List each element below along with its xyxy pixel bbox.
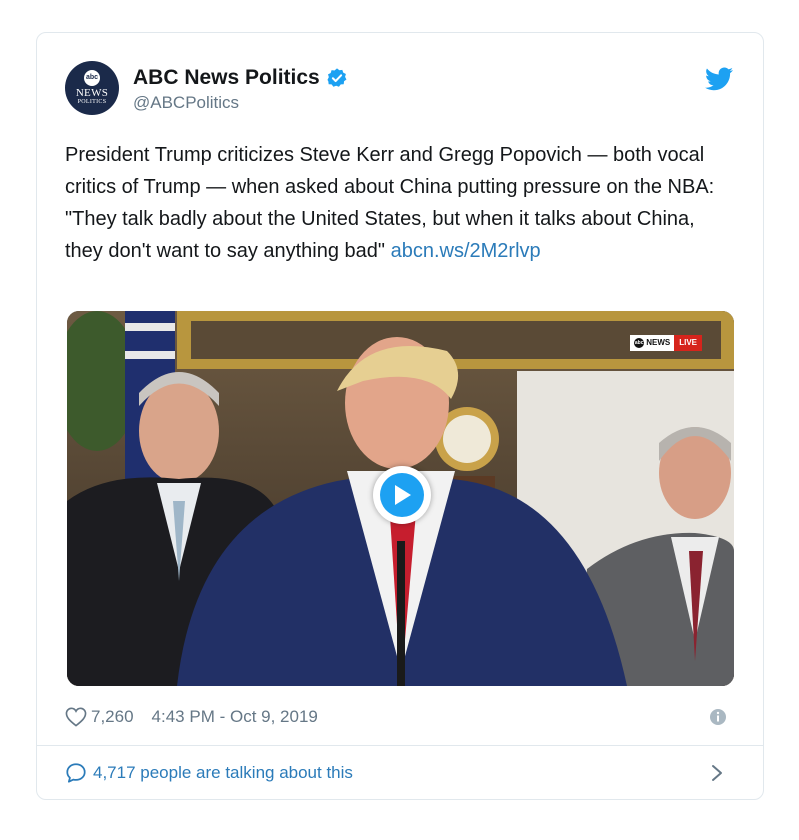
divider bbox=[37, 745, 763, 746]
tweet-meta: 7,260 4:43 PM - Oct 9, 2019 bbox=[65, 705, 735, 729]
display-name-row[interactable]: ABC News Politics bbox=[133, 65, 348, 91]
avatar[interactable]: abc NEWS POLITICS bbox=[65, 61, 119, 115]
author-names: ABC News Politics @ABCPolitics bbox=[133, 65, 348, 114]
play-button-inner[interactable] bbox=[380, 473, 424, 517]
avatar-text-news: NEWS bbox=[75, 87, 109, 99]
news-brand: abc NEWS bbox=[630, 335, 675, 351]
tweet-header: abc NEWS POLITICS ABC News Politics @ABC… bbox=[65, 61, 735, 117]
video-player[interactable]: abc NEWS LIVE bbox=[67, 311, 734, 686]
tweet-card[interactable]: abc NEWS POLITICS ABC News Politics @ABC… bbox=[36, 32, 764, 800]
play-button[interactable] bbox=[373, 466, 431, 524]
avatar-text-politics: POLITICS bbox=[77, 99, 107, 105]
abc-logo: abc bbox=[84, 70, 100, 86]
heart-icon[interactable] bbox=[65, 707, 87, 727]
display-name[interactable]: ABC News Politics bbox=[133, 65, 320, 91]
info-icon[interactable] bbox=[709, 708, 727, 726]
live-label: LIVE bbox=[674, 335, 702, 351]
talking-text[interactable]: 4,717 people are talking about this bbox=[93, 763, 353, 783]
abc-logo-small: abc bbox=[634, 338, 645, 348]
timestamp[interactable]: 4:43 PM - Oct 9, 2019 bbox=[152, 707, 318, 727]
verified-badge-icon bbox=[327, 68, 347, 87]
speech-bubble-icon bbox=[66, 763, 86, 783]
conversation-link[interactable]: 4,717 people are talking about this bbox=[65, 757, 735, 789]
handle[interactable]: @ABCPolitics bbox=[133, 92, 348, 114]
news-brand-text: NEWS bbox=[646, 338, 671, 347]
play-icon bbox=[395, 485, 411, 505]
like-count[interactable]: 7,260 bbox=[91, 707, 134, 727]
chevron-right-icon[interactable] bbox=[711, 764, 723, 782]
tweet-text: President Trump criticizes Steve Kerr an… bbox=[65, 139, 725, 267]
tweet-link[interactable]: abcn.ws/2M2rlvp bbox=[391, 240, 541, 262]
twitter-bird-icon[interactable] bbox=[705, 67, 733, 91]
news-live-badge: abc NEWS LIVE bbox=[630, 335, 702, 351]
